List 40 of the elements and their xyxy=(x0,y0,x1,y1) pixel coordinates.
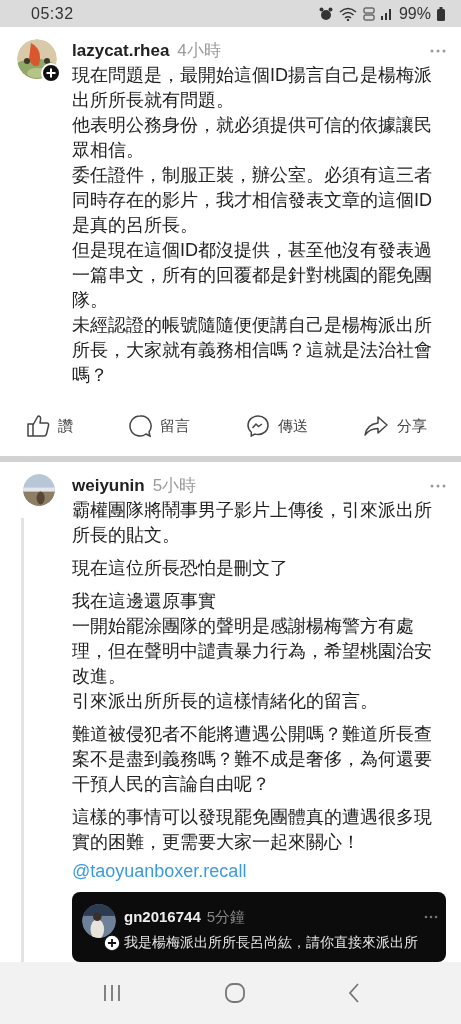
thumbs-up-icon xyxy=(26,414,50,438)
menu-lines-icon xyxy=(101,984,122,1002)
battery-icon xyxy=(437,6,445,21)
post-text: 引來派出所所長的這樣情緒化的留言。 xyxy=(72,690,379,713)
post-text: 現在問題是，最開始這個ID揚言自己是楊梅派出所所長就有問題。 xyxy=(72,64,433,112)
post-text: 未經認證的帳號隨隨便便講自己是楊梅派出所所長，大家就有義務相信嗎？這就是法治社會嗎？ xyxy=(72,314,433,387)
share-button[interactable]: 分享 xyxy=(363,414,427,438)
comment-button[interactable]: 留言 xyxy=(128,414,191,438)
quoted-post[interactable]: gn2016744 5分鐘 我是楊梅派出所所長呂尚紘，請你直接來派出所 xyxy=(72,892,446,962)
like-button[interactable]: 讚 xyxy=(26,414,73,438)
more-icon[interactable] xyxy=(430,483,446,488)
signal-icon xyxy=(380,7,393,20)
share-arrow-icon xyxy=(363,414,389,438)
post-text: 難道被侵犯者不能將遭遇公開嗎？難道所長查案不是盡到義務嗎？難不成是奢侈，為何還要干預人民的言論自由呢？ xyxy=(72,723,433,796)
username[interactable]: weiyunin xyxy=(72,476,145,496)
plus-icon[interactable] xyxy=(103,934,121,952)
post-time: 4小時 xyxy=(177,40,221,62)
home-icon xyxy=(224,983,245,1003)
wifi-icon xyxy=(338,6,357,21)
post-text: 我是楊梅派出所所長呂尚紘，請你直接來派出所 xyxy=(124,933,418,952)
post-time: 5小時 xyxy=(152,475,197,497)
more-icon[interactable] xyxy=(424,914,438,919)
post-text: 這樣的事情可以發現罷免團體真的遭遇很多現實的困難，更需要大家一起來關心！ xyxy=(72,806,433,854)
messenger-icon xyxy=(245,414,270,438)
battery-level: 99% xyxy=(398,4,431,23)
back-icon xyxy=(347,983,360,1003)
post-text: 委任證件，制服正裝，辦公室。必須有這三者同時存在的影片，我才相信發表文章的這個ID是真的呂所長。 xyxy=(72,164,433,237)
post-text: 我在這邊還原事實 xyxy=(72,590,217,613)
post-time: 5分鐘 xyxy=(206,907,246,927)
post-text: 他表明公務身份，就必須提供可信的依據讓民眾相信。 xyxy=(72,114,433,162)
more-icon[interactable] xyxy=(430,48,446,53)
status-time: 05:32 xyxy=(31,4,75,23)
post-text: 現在這位所長恐怕是刪文了 xyxy=(72,557,289,580)
username[interactable]: gn2016744 xyxy=(124,904,201,929)
post-text: 一開始罷涂團隊的聲明是感謝楊梅警方有處理，但在聲明中譴責暴力行為，希望桃園治安改進。 xyxy=(72,615,433,688)
username[interactable]: lazycat.rhea xyxy=(72,41,170,61)
post-text: 霸權團隊將鬧事男子影片上傳後，引來派出所所長的貼文。 xyxy=(72,499,433,547)
send-button[interactable]: 傳送 xyxy=(245,414,308,438)
speech-bubble-icon xyxy=(128,414,153,438)
post-text: 但是現在這個ID都沒提供，甚至他沒有發表過一篇串文，所有的回覆都是針對桃園的罷免團隊。 xyxy=(72,239,433,312)
